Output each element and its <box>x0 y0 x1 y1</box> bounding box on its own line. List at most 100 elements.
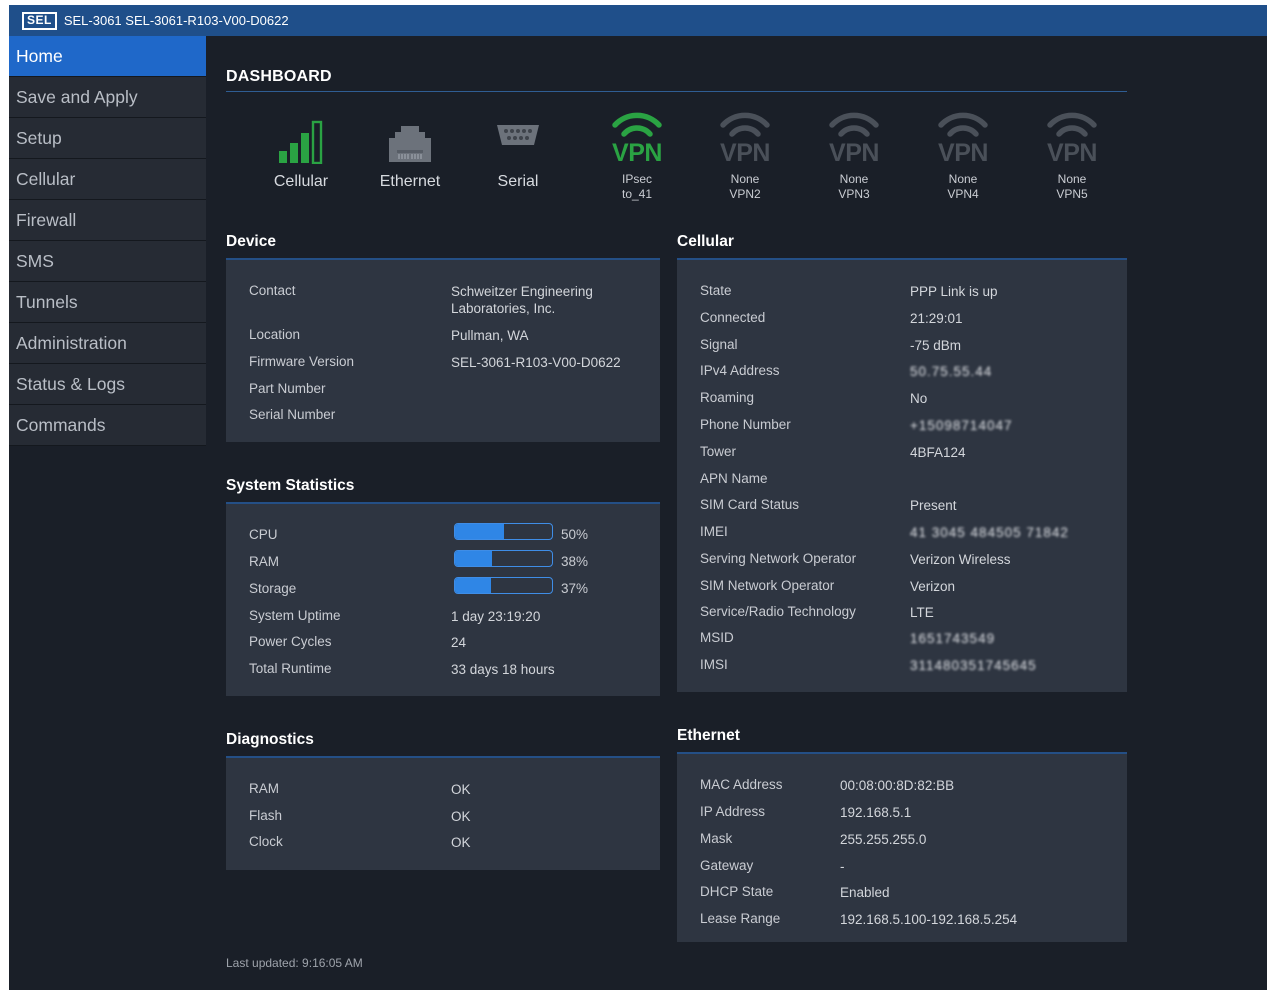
eth-dhcp-value: Enabled <box>840 885 890 900</box>
sidebar-item-commands[interactable]: Commands <box>9 405 206 446</box>
vpn-word: VPN <box>1047 139 1097 167</box>
cell-signal-value: -75 dBm <box>910 338 962 353</box>
cell-sim-status-value: Present <box>910 498 957 513</box>
firmware-value: SEL-3061-R103-V00-D0622 <box>451 355 621 370</box>
location-value: Pullman, WA <box>451 328 529 343</box>
ram-progress-bar <box>454 550 553 567</box>
cell-msid-value: 1651743549 <box>910 631 996 646</box>
vpn-status-1[interactable]: VPN IPsec to_41 <box>592 112 682 202</box>
system-statistics-title: System Statistics <box>226 477 355 494</box>
serial-number-label: Serial Number <box>249 407 336 422</box>
ram-label: RAM <box>249 554 279 569</box>
cpu-progress-bar <box>454 523 553 540</box>
cell-serving-operator-label: Serving Network Operator <box>700 551 857 566</box>
cell-connected-value: 21:29:01 <box>910 311 963 326</box>
wifi-arc-icon <box>612 112 662 137</box>
eth-gateway-value: - <box>840 859 845 874</box>
cell-ipv4-label: IPv4 Address <box>700 363 780 378</box>
signal-bars-icon <box>279 120 323 164</box>
cell-ipv4-value: 50.75.55.44 <box>910 364 993 379</box>
sidebar-item-setup[interactable]: Setup <box>9 118 206 159</box>
cellular-status-label: Cellular <box>273 173 329 190</box>
vpn-type: None <box>730 172 760 186</box>
sidebar-item-cellular[interactable]: Cellular <box>9 159 206 200</box>
vpn-status-5[interactable]: VPN None VPN5 <box>1027 112 1117 202</box>
total-runtime-value: 33 days 18 hours <box>451 662 555 677</box>
storage-progress-bar <box>454 577 553 594</box>
sidebar-item-status-logs[interactable]: Status & Logs <box>9 364 206 405</box>
serial-status[interactable]: Serial <box>463 112 573 191</box>
ethernet-panel: MAC Address 00:08:00:8D:82:BB IP Address… <box>677 752 1127 942</box>
title-bar: SEL SEL-3061 SEL-3061-R103-V00-D0622 <box>9 5 1267 36</box>
serial-status-label: Serial <box>497 173 539 190</box>
contact-value-line-2: Laboratories, Inc. <box>451 301 556 316</box>
ram-percent: 38% <box>561 554 589 569</box>
cellular-section-title: Cellular <box>677 233 734 250</box>
cell-imei-value: 41 3045 484505 71842 <box>910 525 1069 540</box>
location-label: Location <box>249 327 301 342</box>
ram-progress-fill <box>455 551 492 566</box>
sidebar-item-tunnels[interactable]: Tunnels <box>9 282 206 323</box>
cell-tower-value: 4BFA124 <box>910 445 966 460</box>
vpn-type: None <box>948 172 978 186</box>
vpn-type: IPsec <box>621 172 652 186</box>
ethernet-section-title: Ethernet <box>677 727 740 744</box>
vpn-word: VPN <box>829 139 879 167</box>
ethernet-status[interactable]: Ethernet <box>355 112 465 191</box>
eth-mask-value: 255.255.255.0 <box>840 832 927 847</box>
vpn-name: VPN4 <box>947 187 979 201</box>
eth-mask-label: Mask <box>700 831 733 846</box>
cell-sim-operator-value: Verizon <box>910 579 956 594</box>
eth-mac-value: 00:08:00:8D:82:BB <box>840 778 955 793</box>
cellular-status[interactable]: Cellular <box>246 112 356 191</box>
vpn-name: VPN5 <box>1056 187 1088 201</box>
cellular-panel: State PPP Link is up Connected 21:29:01 … <box>677 258 1127 692</box>
last-updated: Last updated: 9:16:05 AM <box>226 956 363 970</box>
eth-ip-label: IP Address <box>700 804 766 819</box>
cell-radio-tech-label: Service/Radio Technology <box>700 604 856 619</box>
vpn-name: to_41 <box>621 187 653 201</box>
cpu-progress-fill <box>455 524 504 539</box>
cell-signal-label: Signal <box>700 337 738 352</box>
vpn-status-4[interactable]: VPN None VPN4 <box>918 112 1008 202</box>
diagnostics-title: Diagnostics <box>226 731 314 748</box>
cell-imsi-label: IMSI <box>700 657 728 672</box>
diag-flash-value: OK <box>451 809 471 824</box>
diag-clock-value: OK <box>451 835 471 850</box>
total-runtime-label: Total Runtime <box>249 661 332 676</box>
sidebar-item-sms[interactable]: SMS <box>9 241 206 282</box>
cell-roaming-value: No <box>910 391 928 406</box>
sidebar-item-home[interactable]: Home <box>9 36 206 77</box>
contact-value-line-1: Schweitzer Engineering <box>451 284 593 299</box>
cell-sim-status-label: SIM Card Status <box>700 497 800 512</box>
diag-flash-label: Flash <box>249 808 283 823</box>
cpu-label: CPU <box>249 527 278 542</box>
cell-roaming-label: Roaming <box>700 390 755 405</box>
vpn-name: VPN3 <box>838 187 870 201</box>
eth-gateway-label: Gateway <box>700 858 754 873</box>
ethernet-status-label: Ethernet <box>379 173 441 190</box>
diagnostics-panel: RAM OK Flash OK Clock OK <box>226 756 660 870</box>
power-cycles-value: 24 <box>451 635 467 650</box>
vpn-status-3[interactable]: VPN None VPN3 <box>809 112 899 202</box>
system-statistics-panel: CPU 50% RAM 38% Storage 37% System Uptim… <box>226 502 660 696</box>
uptime-value: 1 day 23:19:20 <box>451 609 541 624</box>
sidebar-nav: Home Save and Apply Setup Cellular Firew… <box>9 36 206 446</box>
vpn-status-2[interactable]: VPN None VPN2 <box>700 112 790 202</box>
sidebar-item-save-and-apply[interactable]: Save and Apply <box>9 77 206 118</box>
title-divider <box>226 91 1127 92</box>
sidebar-item-firewall[interactable]: Firewall <box>9 200 206 241</box>
app-window: SEL SEL-3061 SEL-3061-R103-V00-D0622 Hom… <box>9 5 1267 990</box>
eth-lease-value: 192.168.5.100-192.168.5.254 <box>840 912 1018 927</box>
vpn-word: VPN <box>720 139 770 167</box>
device-section-title: Device <box>226 233 276 250</box>
storage-percent: 37% <box>561 581 589 596</box>
cell-tower-label: Tower <box>700 444 737 459</box>
cell-sim-operator-label: SIM Network Operator <box>700 578 835 593</box>
diag-clock-label: Clock <box>249 834 283 849</box>
vpn-word: VPN <box>938 139 988 167</box>
diag-ram-label: RAM <box>249 781 279 796</box>
sidebar-item-administration[interactable]: Administration <box>9 323 206 364</box>
wifi-arc-icon <box>829 112 879 137</box>
cell-apn-label: APN Name <box>700 471 768 486</box>
